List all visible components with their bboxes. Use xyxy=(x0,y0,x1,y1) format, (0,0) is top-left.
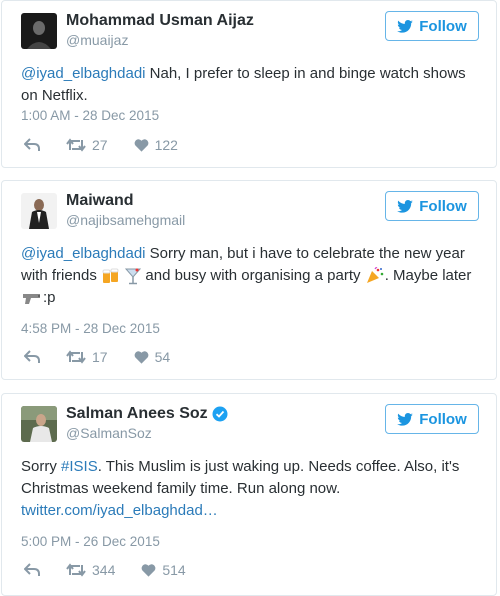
tweet-body: Sorry xyxy=(21,458,62,475)
like-count: 122 xyxy=(154,137,178,153)
retweet-icon xyxy=(66,138,86,152)
reply-icon xyxy=(24,138,40,151)
retweet-icon xyxy=(66,350,86,364)
mention-link[interactable]: @iyad_elbaghdadi xyxy=(21,65,146,82)
retweet-button[interactable]: 344 xyxy=(66,562,115,578)
hashtag-link[interactable]: #ISIS xyxy=(61,458,98,475)
tweet-card[interactable]: Mohammad Usman Aijaz @muaijaz Follow @iy… xyxy=(1,0,497,168)
verified-badge-icon xyxy=(212,406,228,422)
heart-icon xyxy=(141,564,156,577)
follow-label: Follow xyxy=(419,410,467,428)
retweet-count: 17 xyxy=(92,349,108,365)
like-button[interactable]: 122 xyxy=(134,137,178,153)
avatar[interactable] xyxy=(21,406,57,442)
reply-icon xyxy=(24,350,40,363)
display-name[interactable]: Salman Anees Soz xyxy=(66,405,228,423)
twitter-bird-icon xyxy=(397,19,414,33)
retweet-count: 27 xyxy=(92,137,108,153)
username[interactable]: @SalmanSoz xyxy=(66,425,152,441)
beer-mugs-icon xyxy=(102,268,119,284)
reply-button[interactable] xyxy=(24,138,40,152)
heart-icon xyxy=(134,351,148,364)
twitter-bird-icon xyxy=(397,412,414,426)
follow-button[interactable]: Follow xyxy=(385,191,479,221)
reply-button[interactable] xyxy=(24,563,40,577)
retweet-icon xyxy=(66,563,86,577)
tweet-body-cont3: :p xyxy=(43,289,56,306)
tweet-text: Sorry #ISIS. This Muslim is just waking … xyxy=(21,456,485,522)
tweet-actions: 17 54 xyxy=(24,348,196,366)
like-button[interactable]: 54 xyxy=(134,349,171,365)
like-count: 514 xyxy=(162,562,186,578)
follow-button[interactable]: Follow xyxy=(385,404,479,434)
reply-button[interactable] xyxy=(24,350,40,364)
party-popper-icon xyxy=(366,267,383,284)
tweet-card[interactable]: Maiwand @najibsamehgmail Follow @iyad_el… xyxy=(1,180,497,380)
follow-button[interactable]: Follow xyxy=(385,11,479,41)
avatar[interactable] xyxy=(21,193,57,229)
mention-link[interactable]: @iyad_elbaghdadi xyxy=(21,245,146,262)
avatar[interactable] xyxy=(21,13,57,49)
follow-label: Follow xyxy=(419,197,467,215)
tweet-actions: 27 122 xyxy=(24,136,204,154)
tweet-actions: 344 514 xyxy=(24,561,212,579)
tweet-text: @iyad_elbaghdadi Nah, I prefer to sleep … xyxy=(21,63,485,107)
tweet-body-cont: and busy with organising a party xyxy=(141,267,365,284)
like-count: 54 xyxy=(154,349,171,365)
twitter-bird-icon xyxy=(397,199,414,213)
tweet-text: @iyad_elbaghdadi Sorry man, but i have t… xyxy=(21,243,485,309)
timestamp[interactable]: 5:00 PM - 26 Dec 2015 xyxy=(21,534,160,549)
timestamp[interactable]: 4:58 PM - 28 Dec 2015 xyxy=(21,321,160,336)
display-name[interactable]: Maiwand xyxy=(66,192,134,210)
tweet-card[interactable]: Salman Anees Soz @SalmanSoz Follow Sorry… xyxy=(1,393,497,596)
cocktail-glass-icon xyxy=(125,268,142,285)
username[interactable]: @muaijaz xyxy=(66,32,128,48)
follow-label: Follow xyxy=(419,17,467,35)
pistol-icon xyxy=(23,294,40,305)
tweet-body-cont2: . Maybe later xyxy=(384,267,472,284)
display-name[interactable]: Mohammad Usman Aijaz xyxy=(66,12,254,30)
timestamp[interactable]: 1:00 AM - 28 Dec 2015 xyxy=(21,108,159,123)
retweet-button[interactable]: 17 xyxy=(66,349,108,365)
retweet-button[interactable]: 27 xyxy=(66,137,108,153)
url-link[interactable]: twitter.com/iyad_elbaghdad… xyxy=(21,502,218,519)
username[interactable]: @najibsamehgmail xyxy=(66,212,185,228)
like-button[interactable]: 514 xyxy=(141,562,186,578)
heart-icon xyxy=(134,139,148,152)
retweet-count: 344 xyxy=(92,562,116,578)
display-name-text: Salman Anees Soz xyxy=(66,405,208,422)
reply-icon xyxy=(24,563,40,576)
